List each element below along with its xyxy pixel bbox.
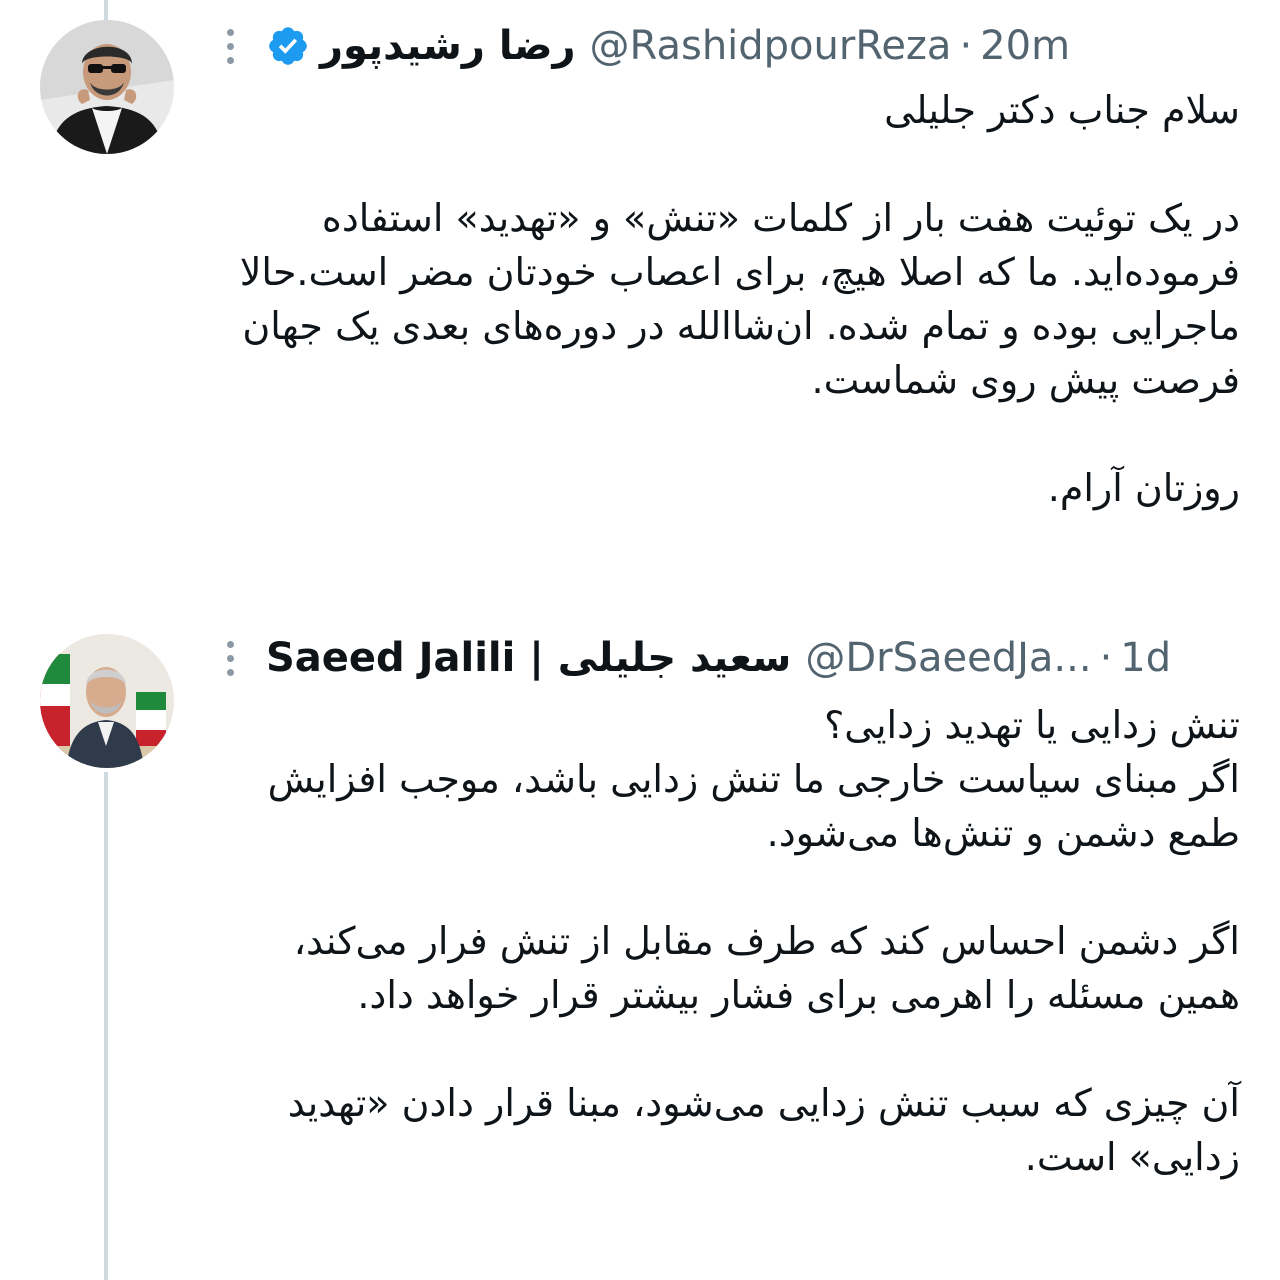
separator-dot: · — [959, 23, 973, 69]
tweet-paragraph: روزتان آرام. — [1047, 466, 1240, 510]
user-handle[interactable]: @RashidpourReza — [590, 23, 952, 69]
tweet-header: Saeed Jalili | سعید جلیلی @DrSaeedJa... … — [200, 626, 1240, 690]
tweet-paragraph: اگر دشمن احساس کند که طرف مقابل از تنش ف… — [293, 919, 1240, 1017]
tweet-header: رضا رشیدپور @RashidpourReza · 20m — [200, 14, 1240, 78]
more-options-icon[interactable] — [200, 628, 260, 688]
user-handle[interactable]: @DrSaeedJa... — [805, 635, 1091, 681]
tweet-paragraph: سلام جناب دکتر جلیلی — [884, 88, 1240, 132]
avatar-rashidpour[interactable] — [40, 20, 174, 154]
tweet-paragraph: تنش زدایی یا تهدید زدایی؟ اگر مبنای سیاس… — [267, 703, 1240, 855]
separator-dot: · — [1099, 635, 1113, 681]
tweet-body: تنش زدایی یا تهدید زدایی؟ اگر مبنای سیاس… — [200, 698, 1240, 1184]
display-name[interactable]: رضا رشیدپور — [320, 23, 576, 69]
tweet-body: سلام جناب دکتر جلیلی در یک توئیت هفت بار… — [200, 83, 1240, 515]
tweet-paragraph: در یک توئیت هفت بار از کلمات «تنش» و «ته… — [239, 196, 1240, 402]
avatar-jalili[interactable] — [40, 634, 174, 768]
thread-connector-line — [104, 772, 108, 1280]
verified-badge-icon — [266, 24, 310, 68]
tweet-paragraph: آن چیزی که سبب تنش زدایی می‌شود، مبنا قر… — [287, 1081, 1240, 1179]
tweet-timestamp[interactable]: 20m — [980, 23, 1070, 69]
thread-connector-line — [104, 0, 108, 20]
display-name[interactable]: Saeed Jalili | سعید جلیلی — [266, 635, 791, 681]
more-options-icon[interactable] — [200, 16, 260, 76]
tweet-timestamp[interactable]: 1d — [1120, 635, 1171, 681]
